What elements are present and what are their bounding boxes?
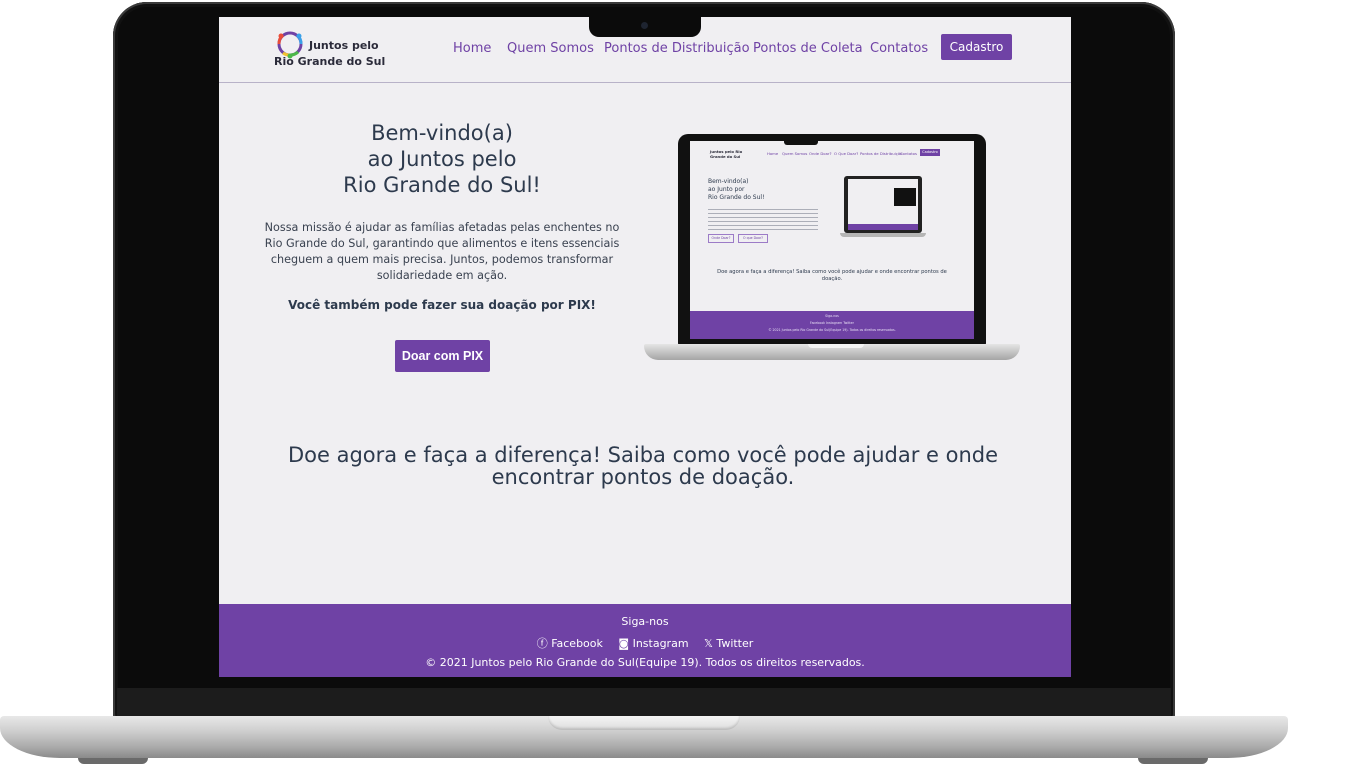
facebook-icon: ⓕ (536, 637, 548, 650)
mockup-cta: Cadastro (920, 149, 940, 156)
laptop-base-notch (548, 716, 740, 730)
cadastro-button[interactable]: Cadastro (941, 34, 1012, 60)
nav-contatos[interactable]: Contatos (870, 41, 928, 56)
mockup-title-line: Rio Grande do Sul! (708, 194, 765, 201)
mockup-nav-item: Contatos (900, 151, 917, 156)
mockup-button: O que Doar? (738, 234, 768, 243)
mockup-screen: Juntos pelo Rio Grande do Sul Home Quem … (690, 141, 974, 339)
logo-text-line2: Rio Grande do Sul (274, 55, 386, 68)
instagram-link[interactable]: ◙ Instagram (618, 637, 688, 650)
mockup-inner-laptop (840, 176, 926, 238)
twitter-label: Twitter (716, 637, 754, 650)
mockup-inner-base (840, 233, 926, 237)
mockup-logo: Juntos pelo Rio Grande do Sul (710, 149, 743, 159)
donation-cta-heading: Doe agora e faça a diferença! Saiba como… (287, 443, 999, 489)
facebook-link[interactable]: ⓕ Facebook (537, 635, 603, 651)
instagram-label: Instagram (632, 637, 689, 650)
mockup-title: Bem-vindo(a) ao Junto por Rio Grande do … (708, 178, 765, 202)
camera-notch (589, 17, 701, 37)
footer-follow-label: Siga-nos (621, 615, 669, 628)
mockup-nav-item: Home (767, 151, 779, 156)
hero-title-line: ao Juntos pelo (367, 147, 517, 171)
x-icon: 𝕏 (704, 637, 713, 650)
mockup-footer-links: Facebook Instagram Twitter (810, 321, 854, 325)
mockup-text-lines (708, 209, 818, 231)
twitter-link[interactable]: 𝕏 Twitter (704, 637, 753, 650)
mockup-nav-item: Pontos de Distribuição (860, 151, 903, 156)
mockup-footer-follow: Siga-nos (825, 314, 839, 318)
mockup-inner-footer (848, 224, 918, 230)
mockup-nav-item: Onde Doar? (809, 151, 832, 156)
mockup-title-line: ao Junto por (708, 186, 745, 193)
mockup-footer: Siga-nos Facebook Instagram Twitter © 20… (690, 311, 974, 339)
nav-pontos-distribuicao[interactable]: Pontos de Distribuição (604, 41, 750, 56)
laptop-mockup-image: Juntos pelo Rio Grande do Sul Home Quem … (644, 132, 1021, 367)
mockup-notch (784, 139, 818, 145)
hero-title-line: Rio Grande do Sul! (343, 173, 541, 197)
nav-home[interactable]: Home (453, 41, 491, 56)
footer: Siga-nos ⓕ Facebook ◙ Instagram 𝕏 Twitte… (219, 604, 1071, 677)
mockup-base-notch (808, 344, 864, 348)
footer-social-links: ⓕ Facebook ◙ Instagram 𝕏 Twitter (219, 635, 1071, 651)
pix-note: Você também pode fazer sua doação por PI… (288, 298, 596, 312)
donate-pix-button[interactable]: Doar com PIX (395, 340, 490, 372)
laptop-foot (78, 758, 148, 764)
footer-copyright: © 2021 Juntos pelo Rio Grande do Sul(Equ… (425, 656, 865, 669)
facebook-label: Facebook (551, 637, 603, 650)
hero-title: Bem-vindo(a) ao Juntos pelo Rio Grande d… (279, 120, 605, 198)
nav-pontos-coleta[interactable]: Pontos de Coleta (753, 41, 863, 56)
laptop-hinge (117, 688, 1171, 718)
logo[interactable]: Juntos pelo Rio Grande do Sul (273, 27, 386, 71)
camera-icon (641, 22, 648, 29)
logo-text-line1: Juntos pelo (309, 39, 379, 52)
hero-description: Nossa missão é ajudar as famílias afetad… (264, 221, 620, 282)
mockup-title-line: Bem-vindo(a) (708, 178, 749, 185)
instagram-icon: ◙ (618, 637, 630, 650)
mockup-nav-item: Quem Somos (782, 151, 808, 156)
website-screen: Juntos pelo Rio Grande do Sul Home Quem … (219, 17, 1071, 677)
hero-title-line: Bem-vindo(a) (371, 121, 513, 145)
mockup-button: Onde Doar? (708, 234, 734, 243)
mockup-nav-item: O Que Doar? (834, 151, 859, 156)
mockup-inner-image (894, 188, 916, 206)
laptop-foot (1138, 758, 1208, 764)
mockup-inner-screen (848, 179, 918, 230)
mockup-footer-copy: © 2021 Juntos pelo Rio Grande do Sul(Equ… (768, 328, 896, 332)
mockup-cta-text: Doe agora e faça a diferença! Saiba como… (717, 269, 947, 282)
nav-quem-somos[interactable]: Quem Somos (507, 41, 594, 56)
